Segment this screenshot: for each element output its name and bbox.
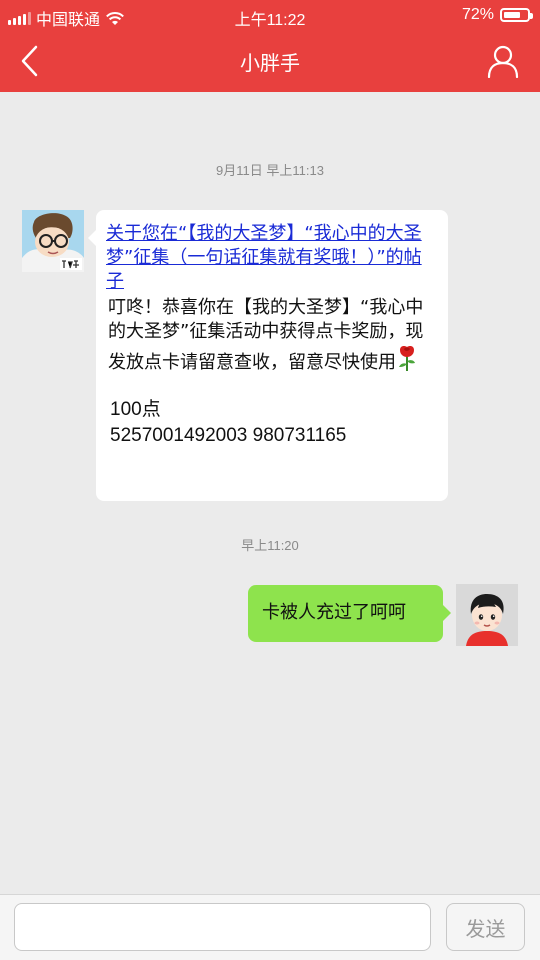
page-title: 小胖手	[240, 51, 300, 75]
status-bar: 中国联通 上午11:22 72%	[0, 0, 540, 30]
message-text: 叮咚！恭喜你在【我的大圣梦】“我心中的大圣梦”征集活动中获得点卡奖励，现发放点卡…	[106, 296, 436, 375]
status-time: 上午11:22	[234, 12, 306, 29]
post-link[interactable]: 关于您在“【我的大圣梦】“我心中的大圣梦”征集（一句话征集就有奖哦！）”的帖子	[106, 222, 436, 294]
nav-bar: 小胖手	[0, 30, 540, 92]
rose-icon	[399, 346, 415, 371]
reward-details: 100点 5257001492003 980731165	[106, 397, 436, 449]
battery-icon	[500, 8, 533, 22]
send-button[interactable]: 发送	[446, 903, 525, 951]
battery-percent: 72%	[461, 6, 494, 23]
points-value: 100点	[110, 399, 161, 420]
card-codes: 5257001492003 980731165	[110, 425, 347, 446]
message-timestamp: 早上11:20	[241, 538, 299, 553]
incoming-message-bubble: 关于您在“【我的大圣梦】“我心中的大圣梦”征集（一句话征集就有奖哦！）”的帖子 …	[88, 210, 448, 501]
outgoing-message-bubble: 卡被人充过了呵呵	[248, 585, 451, 642]
user-avatar[interactable]	[456, 584, 518, 646]
message-timestamp: 9月11日 早上11:13	[216, 163, 324, 178]
message-body: 叮咚！恭喜你在【我的大圣梦】“我心中的大圣梦”征集活动中获得点卡奖励，现发放点卡…	[108, 297, 424, 373]
person-icon[interactable]	[486, 44, 520, 78]
message-input[interactable]	[14, 903, 431, 951]
sender-avatar[interactable]	[22, 210, 84, 272]
input-bar: 发送	[0, 894, 540, 960]
outgoing-message-text: 卡被人充过了呵呵	[262, 602, 406, 623]
